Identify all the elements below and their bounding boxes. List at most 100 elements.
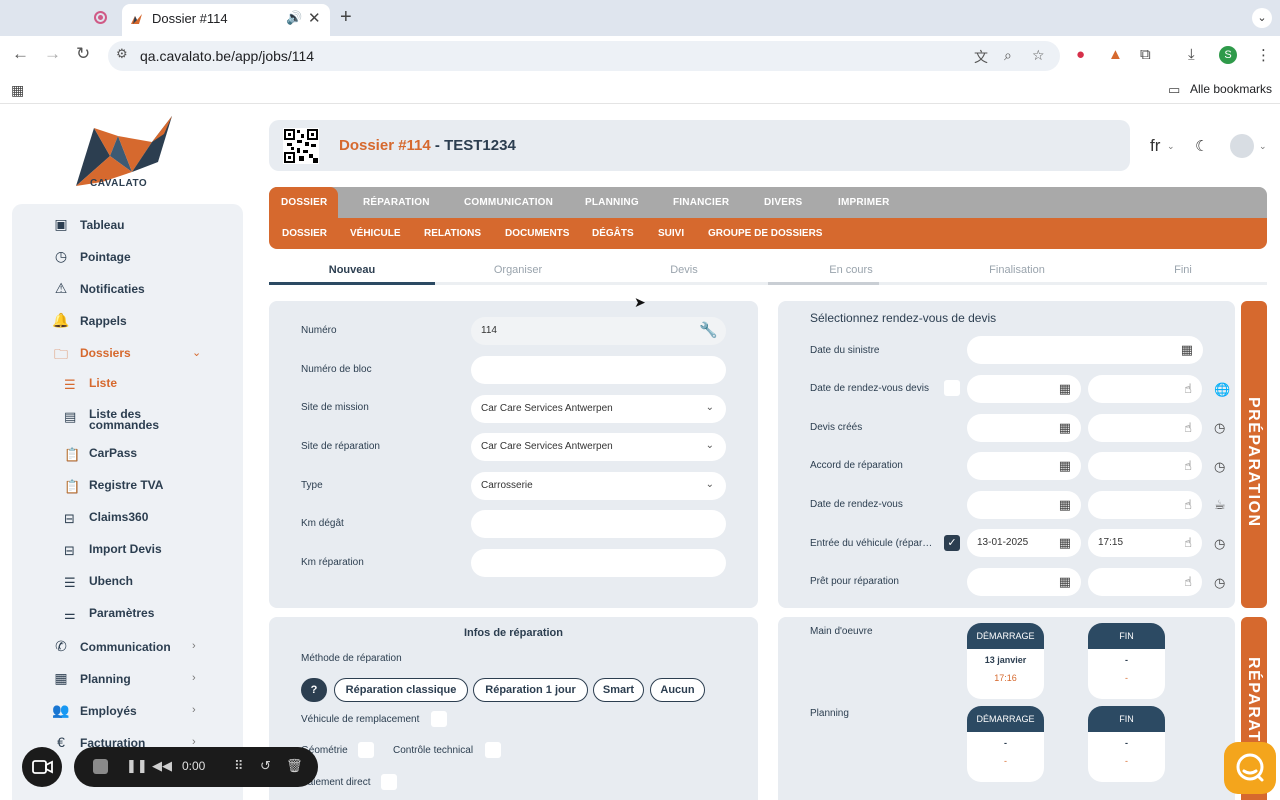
tab-search-chevron-icon[interactable]: ⌄ [1252,8,1272,28]
main-oeuvre-start[interactable]: DÉMARRAGE 13 janvier 17:16 [967,623,1044,699]
methode-help-button[interactable]: ? [301,678,327,702]
sidebar-item-dossiers[interactable]: 🗀 Dossiers ⌄ [12,340,243,368]
devis-crees-time-field[interactable]: ☝ [1088,414,1202,442]
translate-icon[interactable]: 文 [974,47,988,67]
calendar-icon[interactable]: ▦ [1059,497,1071,513]
sidebar-subitem-registre-tva[interactable]: 📋 Registre TVA [12,474,243,502]
subtab-degats[interactable]: DÉGÂTS [592,228,634,239]
touch-icon[interactable]: ☝ [1184,458,1192,474]
cavalato-logo[interactable]: CAVALATO [72,112,180,194]
zoom-icon[interactable]: ⌕ [1004,47,1012,64]
km-degat-field[interactable] [471,510,726,538]
extensions-puzzle-icon[interactable]: ⧉ [1140,46,1151,63]
calendar-icon[interactable]: ▦ [1059,381,1071,397]
mission-select[interactable]: Car Care Services Antwerpen ⌄ [471,395,726,423]
tab-financier[interactable]: FINANCIER [673,197,729,208]
reload-icon[interactable]: ↻ [76,44,90,64]
sidebar-item-rappels[interactable]: 🔔 Rappels [12,308,243,336]
profile-avatar[interactable]: S [1219,46,1237,64]
rdv-time-field[interactable]: ☝ [1088,491,1202,519]
preparation-band[interactable]: PRÉPARATION [1241,301,1267,608]
drag-handle-icon[interactable]: ⠿ [234,758,244,774]
date-sinistre-field[interactable]: ▦ [967,336,1203,364]
user-avatar[interactable] [1230,134,1254,158]
cup-icon[interactable]: ☕ [1214,497,1226,513]
apps-grid-icon[interactable]: ▦ [11,82,24,99]
calendar-icon[interactable]: ▦ [1059,574,1071,590]
back-arrow-icon[interactable]: ← [12,44,29,64]
browser-tab-active[interactable]: Dossier #114 🔊 ✕ [122,4,330,36]
tab-reparation[interactable]: RÉPARATION [363,197,430,208]
subtab-dossier[interactable]: DOSSIER [282,228,327,239]
bookmark-star-icon[interactable]: ☆ [1032,47,1045,64]
pause-icon[interactable]: ❚❚ [126,758,148,774]
controle-technical-checkbox[interactable] [485,742,501,758]
sidebar-subitem-parametres[interactable]: ⚌ Paramètres [12,602,243,630]
sidebar-subitem-carpass[interactable]: 📋 CarPass [12,442,243,470]
step-finalisation[interactable]: Finalisation [934,264,1100,276]
tab-planning[interactable]: PLANNING [585,197,639,208]
clock-icon[interactable]: ◷ [1214,536,1225,552]
new-tab-icon[interactable]: + [340,6,352,29]
close-tab-icon[interactable]: ✕ [308,9,321,27]
devis-crees-date-field[interactable]: ▦ [967,414,1081,442]
methode-classique-button[interactable]: Réparation classique [334,678,468,702]
numero-field[interactable]: 114 🔧 [471,317,726,345]
globe-icon[interactable]: 🌐 [1214,382,1230,398]
paiement-direct-checkbox[interactable] [381,774,397,790]
forward-arrow-icon[interactable]: → [44,44,61,64]
touch-icon[interactable]: ☝ [1184,420,1192,436]
speaker-icon[interactable]: 🔊 [286,10,302,26]
rdv-date-field[interactable]: ▦ [967,491,1081,519]
sidebar-item-employes[interactable]: 👥 Employés › [12,698,243,726]
camera-toggle-button[interactable] [22,747,62,787]
vehicule-remplacement-checkbox[interactable] [431,711,447,727]
chevron-down-icon[interactable]: ⌄ [1259,141,1267,152]
calendar-icon[interactable]: ▦ [1181,342,1193,358]
rdv-devis-checkbox[interactable] [944,380,960,396]
pret-reparation-time-field[interactable]: ☝ [1088,568,1202,596]
subtab-documents[interactable]: DOCUMENTS [505,228,569,239]
sidebar-item-planning[interactable]: ▦ Planning › [12,666,243,694]
geometrie-checkbox[interactable] [358,742,374,758]
subtab-suivi[interactable]: SUIVI [658,228,684,239]
subtab-groupe-de-dossiers[interactable]: GROUPE DE DOSSIERS [708,228,822,239]
calendar-icon[interactable]: ▦ [1059,535,1071,551]
planning-start[interactable]: DÉMARRAGE - - [967,706,1044,782]
step-en-cours[interactable]: En cours [768,264,934,276]
step-organiser[interactable]: Organiser [435,264,601,276]
site-info-icon[interactable]: ⚙ [116,46,128,62]
address-bar[interactable]: ⚙ qa.cavalato.be/app/jobs/114 文 ⌕ ☆ [108,41,1060,71]
main-oeuvre-end[interactable]: FIN - - [1088,623,1165,699]
entree-vehicule-time-field[interactable]: 17:15 ☝ [1088,529,1202,557]
tab-communication[interactable]: COMMUNICATION [464,197,553,208]
tab-dossier[interactable]: DOSSIER [281,197,327,208]
step-nouveau[interactable]: Nouveau [269,264,435,276]
planning-end[interactable]: FIN - - [1088,706,1165,782]
calendar-icon[interactable]: ▦ [1059,420,1071,436]
tab-imprimer[interactable]: IMPRIMER [838,197,890,208]
sidebar-subitem-import-devis[interactable]: ⊟ Import Devis [12,538,243,566]
subtab-vehicule[interactable]: VÉHICULE [350,228,401,239]
entree-vehicule-checkbox[interactable]: ✓ [944,535,960,551]
step-devis[interactable]: Devis [601,264,767,276]
bloc-field[interactable] [471,356,726,384]
dark-mode-moon-icon[interactable]: ☾ [1195,137,1208,155]
extension-cavalato-icon[interactable]: ▲ [1108,46,1123,63]
trash-icon[interactable]: 🗑 [286,758,303,774]
reparation-site-select[interactable]: Car Care Services Antwerpen ⌄ [471,433,726,461]
accord-date-field[interactable]: ▦ [967,452,1081,480]
chat-support-button[interactable] [1224,742,1276,794]
accord-time-field[interactable]: ☝ [1088,452,1202,480]
browser-menu-icon[interactable]: ⋮ [1256,46,1271,64]
chevron-down-icon[interactable]: ⌄ [1167,141,1175,152]
restart-icon[interactable]: ↺ [260,758,271,774]
sidebar-subitem-liste-des-commandes[interactable]: ▤ Liste des commandes [12,404,243,436]
touch-icon[interactable]: ☝ [1184,535,1192,551]
browser-tab-recording[interactable] [80,6,120,30]
extension-red-icon[interactable]: ● [1076,46,1085,63]
clock-icon[interactable]: ◷ [1214,459,1225,475]
language-selector[interactable]: fr [1150,136,1160,156]
download-icon[interactable]: ⤓ [1188,46,1195,63]
rewind-icon[interactable]: ◀◀ [152,758,172,774]
